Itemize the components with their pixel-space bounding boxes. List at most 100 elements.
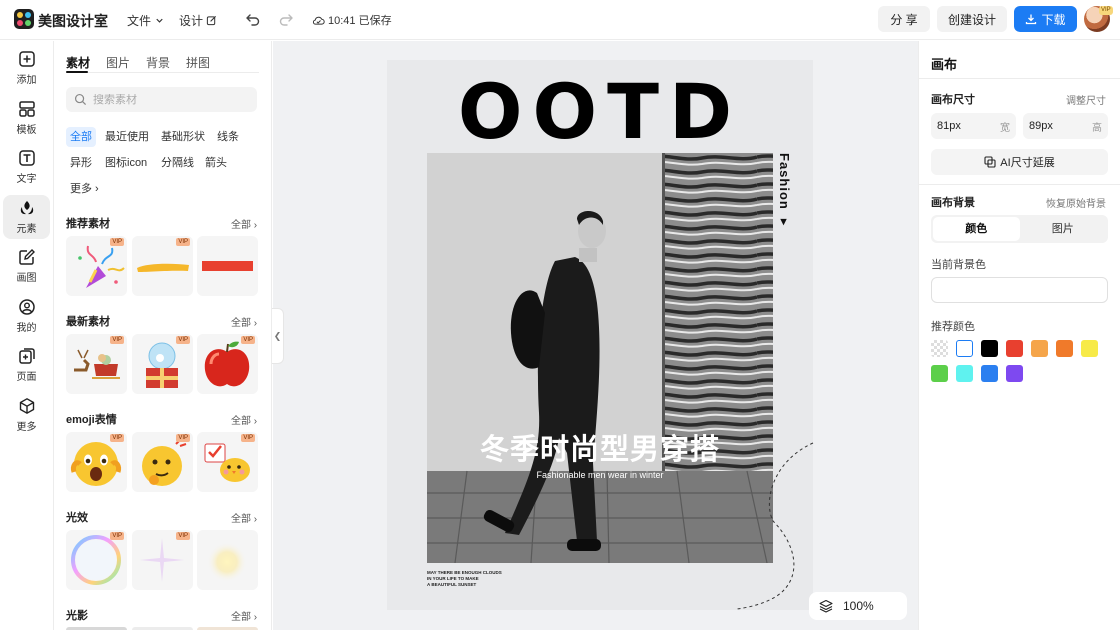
rail-item-label: 元素	[16, 224, 37, 235]
color-swatch[interactable]	[1031, 340, 1048, 357]
asset-red-apple[interactable]: VIP	[197, 334, 258, 394]
search-input[interactable]	[93, 93, 243, 106]
poster-quote[interactable]: MAY THERE BE ENOUGH CLOUDS IN YOUR LIFE …	[427, 570, 502, 588]
canvas-width-field[interactable]: 81px 宽	[931, 113, 1016, 139]
chip-arrows[interactable]: 箭头	[201, 153, 231, 173]
rail-item-more[interactable]: 更多	[3, 393, 50, 437]
design-menu[interactable]: 设计	[179, 12, 217, 29]
color-swatch[interactable]	[981, 340, 998, 357]
color-swatch[interactable]	[1081, 340, 1098, 357]
asset-snow-globe-gift[interactable]: VIP	[132, 334, 193, 394]
asset-chick-sign-emoji[interactable]: VIP	[197, 432, 258, 492]
download-icon	[1026, 14, 1037, 25]
section-all-label: 全部	[231, 416, 251, 427]
chip-recent[interactable]: 最近使用	[101, 127, 153, 147]
file-menu[interactable]: 文件	[127, 12, 165, 29]
side-text[interactable]: Fashion ▾	[777, 153, 792, 230]
poster-headline[interactable]: OOTD	[387, 67, 813, 156]
glow-icon	[207, 542, 247, 582]
download-button[interactable]: 下载	[1014, 6, 1077, 32]
chip-more-label: 更多	[70, 183, 92, 195]
chevron-down-icon	[156, 18, 163, 23]
color-swatch[interactable]	[956, 365, 973, 382]
chip-lines[interactable]: 线条	[213, 127, 243, 147]
red-rectangle-icon	[202, 261, 253, 271]
color-swatch[interactable]	[1006, 340, 1023, 357]
vip-badge: VIP	[110, 434, 124, 442]
chip-dividers[interactable]: 分隔线	[157, 153, 198, 173]
canvas-height-field[interactable]: 89px 高	[1023, 113, 1108, 139]
rail-item-draw[interactable]: 画图	[3, 244, 50, 288]
asset-sparkle-star[interactable]: VIP	[132, 530, 193, 590]
tab-collage[interactable]: 拼图	[186, 54, 210, 71]
color-swatch[interactable]	[1006, 365, 1023, 382]
ai-extend-button[interactable]: AI尺寸延展	[931, 149, 1108, 175]
vip-badge: VIP	[176, 238, 190, 246]
panel-title: 画布	[931, 57, 958, 72]
seg-color[interactable]: 颜色	[933, 217, 1020, 241]
chip-basic-shapes[interactable]: 基础形状	[157, 127, 209, 147]
color-swatch[interactable]	[931, 365, 948, 382]
zoom-level[interactable]: 100%	[843, 599, 874, 613]
vip-badge: VIP	[241, 336, 255, 344]
vip-badge: VIP	[110, 238, 124, 246]
chip-irregular[interactable]: 异形	[66, 153, 96, 173]
section-all-link[interactable]: 全部 ›	[231, 412, 257, 427]
asset-yellow-brush-stroke[interactable]: VIP	[132, 236, 193, 296]
section-all-link[interactable]: 全部 ›	[231, 608, 257, 623]
chevron-left-icon: ❮	[273, 330, 282, 341]
app-logo-icon[interactable]	[14, 9, 34, 29]
adjust-size-link[interactable]: 调整尺寸	[1066, 92, 1106, 107]
asset-red-rectangle[interactable]	[197, 236, 258, 296]
asset-thinking-face-emoji[interactable]: VIP	[132, 432, 193, 492]
asset-reindeer-sleigh[interactable]: VIP	[66, 334, 127, 394]
active-tab-indicator	[66, 71, 88, 73]
asset-party-popper[interactable]: VIP	[66, 236, 127, 296]
undo-icon[interactable]	[245, 11, 261, 27]
layers-icon[interactable]	[819, 599, 833, 613]
rail-item-label: 模板	[16, 125, 37, 136]
rail-item-label: 画图	[16, 273, 37, 284]
asset-rainbow-bubble-ring[interactable]: VIP	[66, 530, 127, 590]
color-swatch[interactable]	[1056, 340, 1073, 357]
asset-soft-glow[interactable]	[197, 530, 258, 590]
rail-item-label: 添加	[16, 75, 37, 86]
text-icon	[18, 150, 35, 166]
shapes-icon	[20, 201, 33, 215]
poster-photo[interactable]	[427, 153, 773, 563]
vip-badge: VIP	[176, 336, 190, 344]
section-all-link[interactable]: 全部 ›	[231, 510, 257, 525]
color-swatch[interactable]	[981, 365, 998, 382]
rail-item-elements[interactable]: 元素	[3, 195, 50, 239]
share-button[interactable]: 分 享	[878, 6, 930, 32]
rail-item-mine[interactable]: 我的	[3, 294, 50, 338]
redo-icon[interactable]	[278, 11, 294, 27]
rail-item-text[interactable]: 文字	[3, 145, 50, 189]
color-swatch[interactable]	[956, 340, 973, 357]
section-all-link[interactable]: 全部 ›	[231, 314, 257, 329]
rail-item-template[interactable]: 模板	[3, 96, 50, 140]
tab-assets[interactable]: 素材	[66, 54, 90, 71]
color-swatch[interactable]	[931, 340, 948, 357]
section-title: 最新素材	[66, 316, 110, 328]
asset-shocked-face-emoji[interactable]: VIP	[66, 432, 127, 492]
edit-icon	[206, 15, 217, 26]
rail-item-pages[interactable]: 页面	[3, 343, 50, 387]
chip-more[interactable]: 更多 ›	[66, 179, 103, 199]
section-all-label: 全部	[231, 220, 251, 231]
create-design-button[interactable]: 创建设计	[937, 6, 1007, 32]
rail-item-add[interactable]: 添加	[3, 46, 50, 90]
app-name[interactable]: 美图设计室	[38, 11, 108, 31]
section-all-link[interactable]: 全部 ›	[231, 216, 257, 231]
seg-image[interactable]: 图片	[1020, 217, 1107, 241]
collapse-panel-handle[interactable]: ❮	[272, 308, 284, 364]
restore-bg-link[interactable]: 恢复原始背景	[1046, 195, 1106, 210]
chip-icons[interactable]: 图标icon	[101, 153, 151, 173]
canvas-width-value: 81px	[937, 120, 961, 132]
current-bg-swatch[interactable]	[931, 277, 1108, 303]
tab-backgrounds[interactable]: 背景	[146, 54, 170, 71]
tab-images[interactable]: 图片	[106, 54, 130, 71]
tab-divider	[66, 72, 259, 73]
chip-all[interactable]: 全部	[66, 127, 96, 147]
asset-search[interactable]	[66, 87, 257, 112]
